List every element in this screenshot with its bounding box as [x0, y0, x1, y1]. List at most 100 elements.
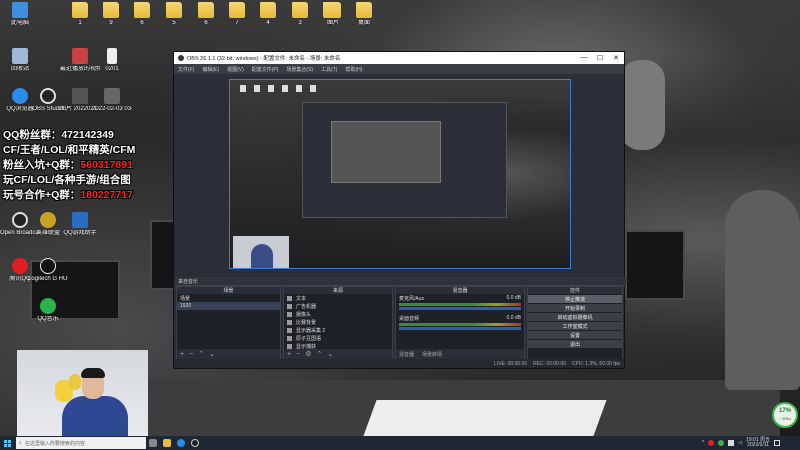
taskbar-app[interactable] [160, 436, 174, 450]
menu-tools[interactable]: 工具(T) [321, 66, 337, 73]
mixer-track-name: 桌面音频 [399, 316, 420, 322]
webcam-overlay [17, 350, 148, 436]
obs-titlebar[interactable]: OBS 26.1.1 (32-bit, windows) - 配置文件: 未命名… [174, 52, 624, 64]
preview-webcam-person [251, 244, 273, 268]
desktop-icon[interactable]: QQ音乐 [28, 298, 68, 323]
remove-icon[interactable]: − [189, 351, 193, 358]
volume-slider[interactable] [399, 327, 521, 330]
desktop-icon[interactable]: Logitech G HUB [28, 258, 68, 283]
promo-line: 玩号合作+Q群：180227717 [3, 187, 133, 202]
webcam-person-hair [81, 368, 105, 378]
video-file-icon [72, 48, 88, 64]
gear-icon[interactable]: ⚙ [305, 350, 311, 358]
system-tray: ^ ◁ 19:01 周五 2022/2/11 [702, 437, 800, 449]
volume-slider[interactable] [399, 307, 521, 310]
source-item[interactable]: 摄像头 [284, 310, 392, 318]
maximize-button[interactable]: ☐ [592, 54, 608, 62]
mixer-track[interactable]: 桌面音频 0.0 dB [396, 314, 524, 334]
desktop-icon[interactable]: 2022-02-03 03-27-36 [92, 88, 132, 113]
add-icon[interactable]: + [287, 351, 291, 358]
mini-desktop-icon [240, 85, 246, 92]
monitor-source-icon [287, 327, 292, 333]
mixer-track[interactable]: 麦克风/Aux 0.0 dB [396, 294, 524, 314]
obs-icon [191, 439, 199, 447]
tab-transitions[interactable]: 场景转场 [422, 351, 442, 358]
add-icon[interactable]: + [180, 351, 184, 358]
menu-scene-collection[interactable]: 场景集合(S) [286, 66, 313, 73]
desktop-icon[interactable]: 回收站 [0, 48, 40, 73]
obs-logo-icon [178, 55, 184, 61]
menu-file[interactable]: 文件(F) [178, 66, 194, 73]
exit-button[interactable]: 退出 [528, 340, 622, 348]
chevron-up-icon[interactable]: ^ [702, 440, 704, 446]
tab-mixer[interactable]: 混音器 [399, 351, 414, 358]
chevron-up-icon[interactable]: ⌃ [316, 350, 322, 358]
source-item[interactable]: 比赛背景 [284, 318, 392, 326]
close-button[interactable]: ✕ [608, 54, 624, 62]
net-speed-widget[interactable]: 17% ↑ 0KB/s [772, 402, 798, 428]
taskbar-app[interactable] [146, 436, 160, 450]
menu-profile[interactable]: 配置文件(P) [252, 66, 279, 73]
music-icon [40, 298, 56, 314]
network-icon[interactable] [728, 440, 735, 446]
desktop-icon[interactable]: 此电脑 [0, 2, 40, 27]
qq-icon [12, 258, 28, 274]
image-source-icon [287, 303, 292, 309]
scene-bar-label: 来自音乐 [178, 278, 199, 285]
qq-tray-icon[interactable] [708, 440, 715, 446]
dock-toolbar: + − ⌃ ⌄ [177, 349, 280, 359]
chevron-down-icon[interactable]: ⌄ [327, 350, 333, 358]
source-label: 摄像头 [296, 311, 312, 318]
taskbar-app[interactable] [174, 436, 188, 450]
computer-icon [12, 2, 28, 18]
browser-icon [12, 88, 28, 104]
dock-toolbar: + − ⚙ ⌃ ⌄ [284, 349, 392, 359]
minimize-button[interactable]: — [576, 54, 592, 62]
volume-icon[interactable]: ◁ [738, 440, 742, 446]
menu-view[interactable]: 视图(V) [227, 66, 244, 73]
scene-item[interactable]: 场景 [177, 294, 280, 302]
start-recording-button[interactable]: 开始录制 [528, 304, 622, 312]
mixer-track-db: 0.0 dB [506, 315, 521, 321]
desktop-icon[interactable]: QQ游戏助手 [60, 212, 100, 237]
chevron-up-icon[interactable]: ⌃ [198, 350, 204, 358]
remove-icon[interactable]: − [296, 351, 300, 358]
mini-desktop-icon [268, 85, 274, 92]
desktop-icon-label: QQ游戏助手 [63, 230, 97, 236]
promo-text: QQ粉丝群：472142349 [3, 129, 114, 141]
recycle-bin-icon [12, 48, 28, 64]
desktop-icon-label: 0201 [105, 66, 119, 72]
chevron-down-icon[interactable]: ⌄ [209, 350, 215, 358]
preview-nested-obs-inner [331, 121, 441, 183]
settings-button[interactable]: 设置 [528, 331, 622, 339]
obs-icon [12, 212, 28, 228]
studio-mode-button[interactable]: 工作室模式 [528, 322, 622, 330]
source-item[interactable]: 文本 [284, 294, 392, 302]
mixer-dock: 混音器 麦克风/Aux 0.0 dB 桌面音频 0.0 dB 混音器 场景转场 [395, 286, 525, 360]
scene-item[interactable]: 1920 [177, 302, 280, 310]
volume-meter [399, 323, 521, 326]
mini-desktop-icon [282, 85, 288, 92]
dock-title: 混音器 [396, 287, 524, 294]
desktop-icon[interactable]: 0201 [92, 48, 132, 73]
taskbar-search[interactable]: ⌕ 在这里输入你要搜索的内容 [16, 437, 146, 449]
obs-icon [40, 88, 56, 104]
taskbar-app[interactable] [188, 436, 202, 450]
source-item[interactable]: 广告机器 [284, 302, 392, 310]
start-virtual-camera-button[interactable]: 启动虚拟摄像机 [528, 313, 622, 321]
start-button[interactable] [0, 436, 14, 450]
obs-preview-canvas[interactable] [229, 79, 571, 269]
volume-meter [399, 303, 521, 306]
taskbar-clock[interactable]: 19:01 周五 2022/2/11 [746, 437, 770, 449]
obs-status-bar: LIVE: 00:00:00 REC: 00:00:00 CPU: 1.3%, … [174, 359, 624, 368]
menu-help[interactable]: 帮助(H) [345, 66, 362, 73]
tray-app-icon[interactable] [718, 440, 725, 446]
search-icon: ⌕ [19, 440, 22, 446]
source-item[interactable]: 原子豆国语 [284, 334, 392, 342]
notification-icon[interactable] [774, 440, 780, 446]
menu-edit[interactable]: 编辑(E) [202, 66, 219, 73]
desktop-icon[interactable]: 桌面 [344, 2, 384, 27]
obs-window[interactable]: OBS 26.1.1 (32-bit, windows) - 配置文件: 未命名… [173, 51, 626, 369]
stop-streaming-button[interactable]: 停止推流 [528, 295, 622, 303]
source-item[interactable]: 显示器采集 2 [284, 326, 392, 334]
